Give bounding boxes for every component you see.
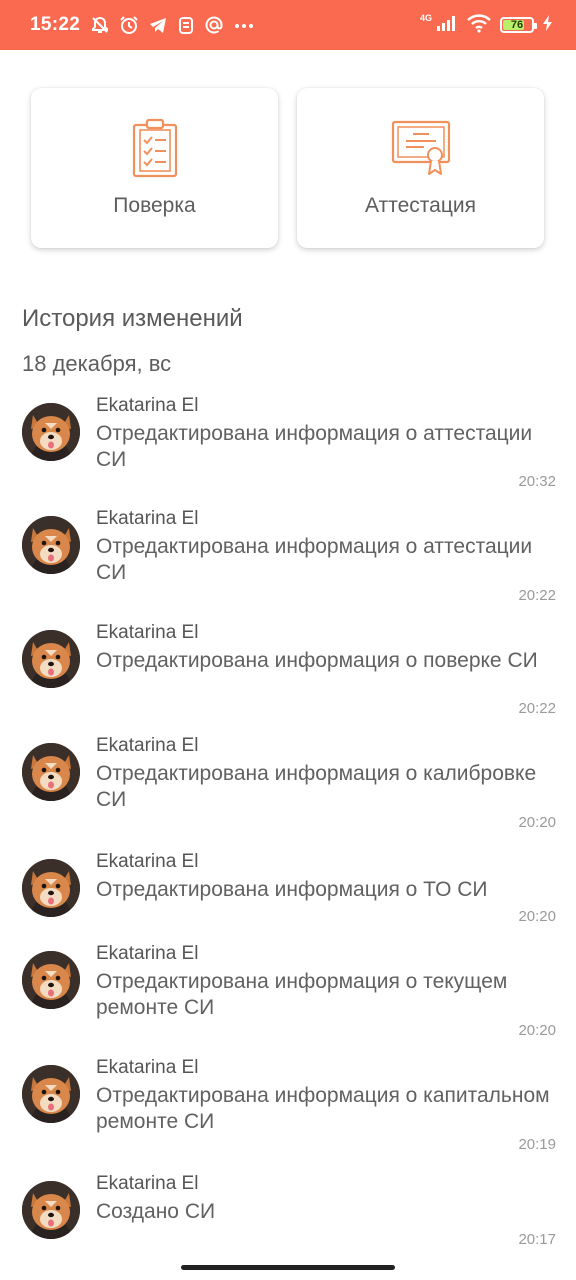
avatar [22,403,80,461]
entry-user: Ekatarina El [96,1057,199,1078]
entry-time: 20:20 [518,1022,556,1039]
battery-level: 76 [510,19,524,31]
entry-time: 20:20 [518,814,556,831]
entry-text: Создано СИ [96,1200,216,1223]
dog-icon [22,516,80,574]
entry-user: Ekatarina El [96,508,199,529]
battery-icon: 76 [500,17,537,33]
notification-icons [90,15,255,35]
entry-time: 20:20 [518,908,556,925]
dog-icon [22,1181,80,1239]
home-indicator[interactable] [181,1265,395,1270]
signal-icon [436,14,458,37]
entry-time: 20:22 [518,700,556,717]
avatar [22,630,80,688]
telegram-icon [148,15,168,35]
entry-time: 20:19 [518,1136,556,1153]
date-header: 18 декабря, вс [22,351,172,376]
entry-user: Ekatarina El [96,851,199,872]
dog-icon [22,1065,80,1123]
entry-user: Ekatarina El [96,1173,199,1194]
status-time: 15:22 [30,14,81,35]
checklist-icon [132,118,178,178]
entry-user: Ekatarina El [96,943,199,964]
history-title: История изменений [22,305,243,332]
avatar [22,1065,80,1123]
at-icon [204,15,224,35]
wifi-icon [466,13,492,38]
entry-time: 20:32 [518,473,556,490]
dog-icon [22,951,80,1009]
verification-card[interactable]: Поверка [31,88,278,248]
avatar [22,1181,80,1239]
status-bar: 15:22 4G 76 [0,0,576,50]
avatar [22,743,80,801]
network-type: 4G [419,12,432,23]
alarm-icon [119,15,139,35]
entry-text: Отредактирована информация о аттестации … [96,422,533,471]
certificate-icon [391,118,451,178]
entry-text: Отредактирована информация о капитальном… [96,1084,550,1133]
action-cards: Поверка Аттестация [31,88,545,248]
entry-user: Ekatarina El [96,395,199,416]
avatar [22,951,80,1009]
entry-user: Ekatarina El [96,735,199,756]
charging-icon [542,14,554,37]
avatar [22,859,80,917]
entry-text: Отредактирована информация о аттестации … [96,535,533,584]
entry-text: Отредактирована информация о калибровке … [96,762,537,811]
entry-time: 20:17 [518,1231,556,1248]
verification-label: Поверка [113,194,196,217]
dog-icon [22,403,80,461]
entry-time: 20:22 [518,587,556,604]
entry-text: Отредактирована информация о текущем рем… [96,970,508,1019]
mute-icon [90,15,110,35]
status-right: 4G 76 [420,13,554,38]
dog-icon [22,743,80,801]
app-icon [177,15,195,35]
entry-text: Отредактирована информация о поверке СИ [96,649,538,672]
entry-text: Отредактирована информация о ТО СИ [96,878,488,901]
dog-icon [22,859,80,917]
dog-icon [22,630,80,688]
attestation-label: Аттестация [365,194,476,217]
more-icon [233,15,255,35]
avatar [22,516,80,574]
entry-user: Ekatarina El [96,622,199,643]
attestation-card[interactable]: Аттестация [297,88,544,248]
